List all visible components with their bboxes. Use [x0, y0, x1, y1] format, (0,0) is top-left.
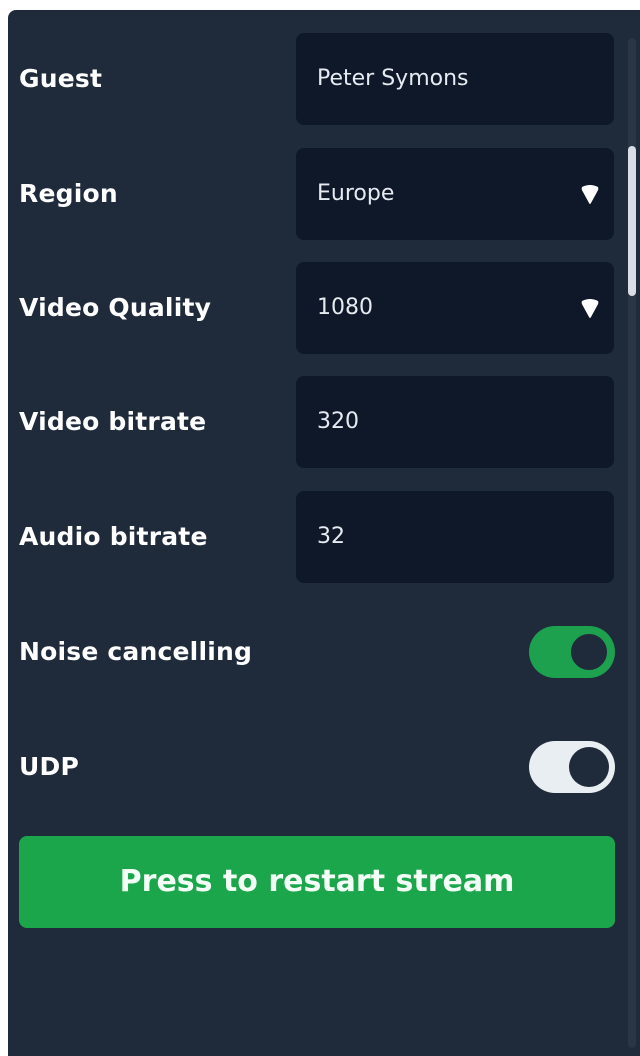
udp-row: UDP [8, 721, 640, 813]
toggle-knob [569, 747, 609, 787]
caret-down-icon [581, 185, 599, 204]
noise-cancelling-toggle[interactable] [529, 626, 615, 678]
audio-bitrate-row: Audio bitrate 32 [8, 491, 640, 583]
region-select[interactable]: Europe [296, 148, 614, 240]
video-bitrate-label: Video bitrate [19, 407, 207, 436]
video-bitrate-value: 320 [317, 409, 359, 434]
noise-cancelling-label: Noise cancelling [19, 637, 253, 666]
audio-bitrate-label: Audio bitrate [19, 522, 208, 551]
video-bitrate-row: Video bitrate 320 [8, 376, 640, 468]
guest-label: Guest [19, 64, 103, 93]
udp-label: UDP [19, 752, 79, 781]
region-row: Region Europe [8, 148, 640, 240]
video-quality-value: 1080 [317, 295, 373, 320]
stream-settings-panel: Guest Peter Symons Region Europe Video Q… [8, 10, 640, 1056]
audio-bitrate-value: 32 [317, 524, 345, 549]
video-quality-row: Video Quality 1080 [8, 262, 640, 354]
restart-stream-button[interactable]: Press to restart stream [19, 836, 615, 928]
scrollbar-thumb[interactable] [628, 146, 636, 296]
video-quality-label: Video Quality [19, 293, 212, 322]
guest-value: Peter Symons [317, 66, 469, 91]
region-value: Europe [317, 181, 395, 206]
scrollbar[interactable] [628, 38, 636, 1048]
guest-row: Guest Peter Symons [8, 33, 640, 125]
video-quality-select[interactable]: 1080 [296, 262, 614, 354]
guest-input[interactable]: Peter Symons [296, 33, 614, 125]
noise-cancelling-row: Noise cancelling [8, 606, 640, 698]
region-label: Region [19, 179, 118, 208]
audio-bitrate-input[interactable]: 32 [296, 491, 614, 583]
caret-down-icon [581, 299, 599, 318]
toggle-knob [569, 632, 609, 672]
video-bitrate-input[interactable]: 320 [296, 376, 614, 468]
udp-toggle[interactable] [529, 741, 615, 793]
